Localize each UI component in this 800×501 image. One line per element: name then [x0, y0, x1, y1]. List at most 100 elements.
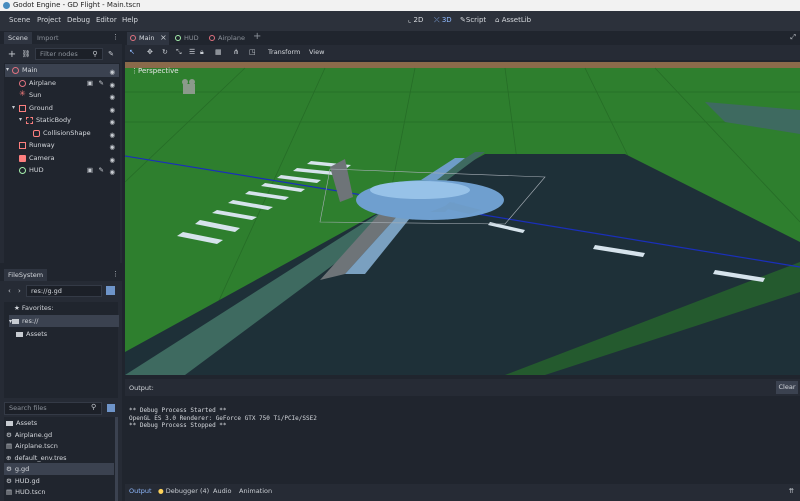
- tree-node-collisionshape[interactable]: CollisionShape ◉: [5, 127, 119, 140]
- file-list-scrollbar[interactable]: [115, 417, 118, 501]
- control-node-icon: [19, 167, 26, 174]
- close-icon[interactable]: ×: [160, 33, 167, 42]
- output-panel: Output: Clear ** Debug Process Started *…: [125, 379, 800, 501]
- script-icon[interactable]: ✎: [99, 164, 104, 177]
- menu-project[interactable]: Project: [37, 16, 61, 24]
- group-icon[interactable]: ▦: [215, 48, 222, 56]
- distraction-free-icon[interactable]: [791, 14, 794, 27]
- snap-icon[interactable]: ⋔: [233, 48, 239, 56]
- file-item[interactable]: ▤ HUD.tscn: [4, 486, 114, 498]
- scene-dock: Scene Import ⋮ + ⛓ Filter nodes ⚲ ✎ ▾ Ma…: [0, 31, 122, 263]
- bottom-tab-debugger[interactable]: ● Debugger (4): [158, 487, 209, 495]
- scene-tabs-bar: Main × HUD Airplane + ⤢: [125, 31, 800, 45]
- list-select-icon[interactable]: ☰: [189, 48, 195, 56]
- dock-menu-icon[interactable]: ⋮: [112, 270, 119, 278]
- viewport-toolbar: ↖ ✥ ↻ ⤡ ☰ 🔒︎ ▦ ⋔ ◳ Transform View: [125, 45, 800, 60]
- favorites-row[interactable]: ★ Favorites:: [9, 302, 119, 314]
- menu-scene[interactable]: Scene: [9, 16, 30, 24]
- control-node-icon: [175, 35, 181, 41]
- log-line: ** Debug Process Started **: [129, 407, 227, 414]
- 3d-scene[interactable]: [125, 62, 800, 375]
- split-mode-icon[interactable]: [106, 286, 115, 295]
- tree-node-ground[interactable]: ▾ Ground ◉: [5, 102, 119, 115]
- rotate-tool-icon[interactable]: ↻: [162, 48, 168, 56]
- assets-folder-row[interactable]: Assets: [16, 328, 126, 340]
- output-log: ** Debug Process Started ** OpenGL ES 3.…: [125, 396, 800, 484]
- tree-node-runway[interactable]: Runway ◉: [5, 139, 119, 152]
- search-files-input[interactable]: Search files: [4, 402, 102, 415]
- spatial-node-icon: [209, 35, 215, 41]
- file-item[interactable]: ⚙ HUD.gd: [4, 475, 114, 487]
- spatial-node-icon: [19, 79, 26, 87]
- tab-import[interactable]: Import: [33, 32, 63, 44]
- folder-icon: [6, 420, 13, 426]
- res-root-row[interactable]: ▾ res://: [9, 315, 119, 327]
- expand-panel-icon[interactable]: ⇈: [789, 487, 794, 495]
- viewport-menu[interactable]: ⋮Perspective: [131, 67, 179, 75]
- 3d-icon: ⤫: [434, 16, 440, 24]
- bottom-tab-output[interactable]: Output: [129, 487, 152, 495]
- scene-file-icon: ▤: [6, 488, 13, 496]
- collapse-icon[interactable]: ▾: [6, 64, 9, 77]
- tree-node-hud[interactable]: HUD ▣ ✎ ◉: [5, 164, 119, 177]
- collapse-icon[interactable]: ▾: [19, 114, 22, 127]
- tree-node-camera[interactable]: Camera ◉: [5, 152, 119, 165]
- transform-menu[interactable]: Transform: [268, 48, 300, 56]
- path-field[interactable]: res://g.gd: [26, 285, 102, 297]
- fullscreen-icon[interactable]: ⤢: [790, 33, 796, 42]
- tree-node-staticbody[interactable]: ▾ StaticBody ◉: [5, 114, 119, 127]
- menu-editor[interactable]: Editor: [96, 16, 117, 24]
- tab-scene[interactable]: Scene: [4, 32, 32, 44]
- bottom-tab-animation[interactable]: Animation: [239, 487, 272, 495]
- tab-filesystem[interactable]: FileSystem: [4, 269, 48, 281]
- file-item[interactable]: ▤ Airplane.tscn: [4, 440, 114, 452]
- forward-arrow-icon[interactable]: ›: [18, 287, 21, 295]
- tree-node-sun[interactable]: ✳ Sun ◉: [5, 89, 119, 102]
- scene-tab-hud[interactable]: HUD: [173, 32, 207, 45]
- move-tool-icon[interactable]: ✥: [147, 48, 153, 56]
- tree-node-main[interactable]: ▾ Main ◉: [5, 64, 119, 77]
- script-icon[interactable]: ✎: [99, 77, 104, 90]
- open-scene-icon[interactable]: ▣: [87, 164, 93, 177]
- file-item[interactable]: Assets: [4, 417, 114, 429]
- light-icon: ✳: [19, 89, 26, 98]
- output-title: Output:: [129, 384, 154, 392]
- menu-help[interactable]: Help: [122, 16, 138, 24]
- select-tool-icon[interactable]: ↖: [129, 48, 135, 56]
- file-item[interactable]: ⚙ g.gd: [4, 463, 114, 475]
- scene-tab-main[interactable]: Main ×: [127, 32, 169, 45]
- instance-scene-icon[interactable]: ⛓: [21, 49, 31, 59]
- collapse-icon[interactable]: ▾: [12, 102, 15, 115]
- 3d-viewport[interactable]: ⋮Perspective: [125, 62, 800, 375]
- back-arrow-icon[interactable]: ‹: [8, 287, 11, 295]
- add-scene-tab-icon[interactable]: +: [253, 31, 261, 42]
- warning-dot-icon: ●: [158, 487, 164, 495]
- spatial-node-icon: [12, 67, 19, 74]
- static-body-icon: [26, 117, 33, 124]
- local-space-icon[interactable]: ◳: [249, 48, 256, 56]
- file-item[interactable]: ⊕ default_env.tres: [4, 452, 114, 464]
- workspace-script-button[interactable]: ✎Script: [460, 16, 486, 24]
- workspace-assetlib-button[interactable]: ⌂ AssetLib: [495, 16, 531, 24]
- search-icon: ⚲: [91, 403, 97, 411]
- workspace-2d-button[interactable]: ⌞ 2D: [408, 16, 423, 24]
- log-line: ** Debug Process Stopped **: [129, 422, 227, 429]
- scene-tab-airplane[interactable]: Airplane: [207, 32, 251, 45]
- open-scene-icon[interactable]: ▣: [87, 77, 93, 90]
- view-menu[interactable]: View: [309, 48, 324, 56]
- menu-debug[interactable]: Debug: [67, 16, 90, 24]
- visibility-eye-icon[interactable]: ◉: [109, 166, 115, 179]
- dock-menu-icon[interactable]: ⋮: [112, 33, 119, 41]
- add-node-icon[interactable]: +: [7, 49, 17, 60]
- gear-icon: ⚙: [6, 476, 12, 485]
- scale-tool-icon[interactable]: ⤡: [176, 48, 182, 57]
- view-mode-icon[interactable]: [107, 404, 115, 412]
- workspace-3d-button[interactable]: ⤫ 3D: [434, 16, 452, 25]
- clear-button[interactable]: Clear: [776, 381, 798, 394]
- gear-icon: ⚙: [6, 465, 12, 473]
- menu-bar: Scene Project Debug Editor Help ⌞ 2D ⤫ 3…: [0, 11, 800, 31]
- lock-icon[interactable]: 🔒︎: [200, 48, 204, 57]
- attach-script-icon[interactable]: ✎: [106, 49, 116, 59]
- file-item[interactable]: ⚙ Airplane.gd: [4, 429, 114, 441]
- bottom-tab-audio[interactable]: Audio: [213, 487, 231, 495]
